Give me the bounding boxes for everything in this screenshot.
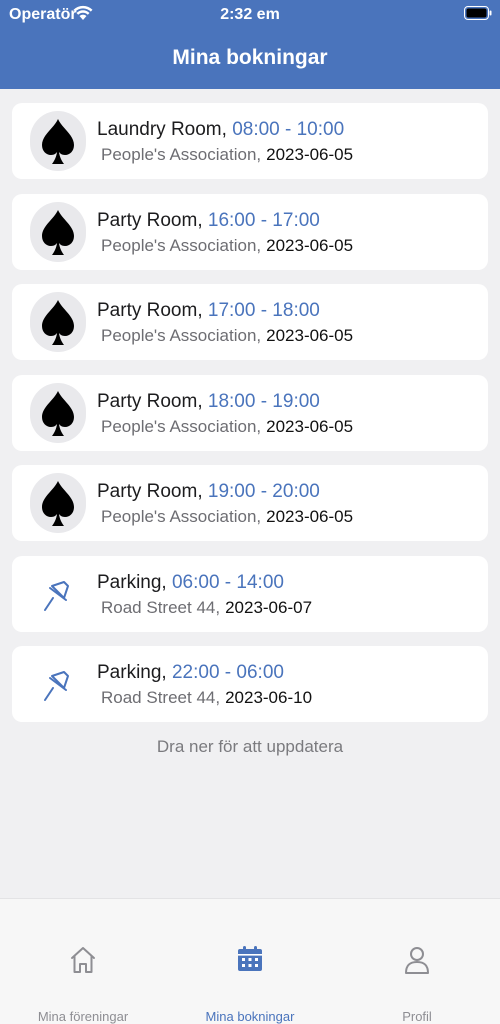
booking-time: 17:00 - 18:00 <box>207 300 320 321</box>
booking-title: Party Room, 19:00 - 20:00 <box>97 481 320 502</box>
booking-name: Laundry Room <box>97 119 222 140</box>
tab-profil[interactable]: Profil <box>334 899 500 1024</box>
booking-card[interactable]: Party Room, 16:00 - 17:00 People's Associ… <box>12 193 488 270</box>
booking-card[interactable]: Party Room, 17:00 - 18:00 People's Associ… <box>12 284 488 360</box>
tab-mina-bokningar[interactable]: Mina bokningar <box>167 899 333 1024</box>
booking-location: Road Street 44, <box>101 597 221 617</box>
booking-details: People's Association, 2023-06-05 <box>101 417 353 437</box>
booking-location: People's Association, <box>101 507 262 526</box>
booking-card[interactable]: Laundry Room, 08:00 - 10:00 People's Asso… <box>12 103 488 179</box>
pin-icon <box>30 564 86 624</box>
booking-date: 2023-06-05 <box>266 326 354 345</box>
booking-date: 2023-06-07 <box>225 597 313 617</box>
booking-name: Parking <box>97 662 162 683</box>
booking-title: Party Room, 16:00 - 17:00 <box>97 209 320 231</box>
booking-details: People's Association, 2023-06-05 <box>101 507 353 527</box>
booking-name: Party Room <box>97 390 198 412</box>
spade-icon <box>30 292 86 352</box>
tab-label: Mina föreningar <box>37 1009 129 1024</box>
pin-icon <box>30 654 86 714</box>
booking-name: Party Room <box>97 209 198 231</box>
booking-location: People's Association, <box>101 235 262 255</box>
booking-list: Laundry Room, 08:00 - 10:00 People's Asso… <box>12 103 488 737</box>
booking-location: People's Association, <box>101 326 262 345</box>
spade-icon <box>30 382 86 443</box>
booking-details: People's Association, 2023-06-05 <box>101 145 353 165</box>
tab-bar: Mina föreningar Mina bokningar Profil <box>0 898 500 1024</box>
booking-title: Laundry Room, 08:00 - 10:00 <box>97 119 345 140</box>
booking-details: People's Association, 2023-06-05 <box>101 326 353 346</box>
booking-time: 06:00 - 14:00 <box>171 571 284 593</box>
spade-icon <box>30 111 86 171</box>
status-bar: Operatör 2:32 em <box>0 0 500 30</box>
battery-icon <box>464 6 492 20</box>
booking-location: People's Association, <box>101 416 262 436</box>
booking-time: 22:00 - 06:00 <box>171 662 284 683</box>
page-title: Mina bokningar <box>172 46 328 69</box>
clock-label: 2:32 em <box>220 6 280 23</box>
booking-name: Party Room <box>97 481 198 502</box>
booking-time: 19:00 - 20:00 <box>207 481 320 502</box>
booking-name: Party Room <box>97 300 198 321</box>
spade-icon <box>30 473 86 533</box>
nav-header: Operatör 2:32 em Mina bokningar <box>0 0 500 89</box>
booking-name: Parking <box>97 571 162 593</box>
person-icon <box>405 947 429 974</box>
booking-details: People's Association, 2023-06-05 <box>101 236 353 256</box>
booking-time: 16:00 - 17:00 <box>207 209 320 231</box>
booking-location: Road Street 44, <box>101 688 221 707</box>
booking-card[interactable]: Party Room, 19:00 - 20:00 People's Associ… <box>12 465 488 541</box>
booking-time: 18:00 - 19:00 <box>207 390 320 412</box>
booking-time: 08:00 - 10:00 <box>232 119 345 140</box>
booking-location: People's Association, <box>101 145 262 164</box>
booking-date: 2023-06-05 <box>266 235 354 255</box>
booking-card[interactable]: Parking, 06:00 - 14:00 Road Street 44, 202… <box>12 555 488 632</box>
calendar-icon <box>238 946 262 971</box>
booking-date: 2023-06-05 <box>266 507 354 526</box>
booking-card[interactable]: Parking, 22:00 - 06:00 Road Street 44, 202… <box>12 646 488 722</box>
booking-title: Party Room, 18:00 - 19:00 <box>97 390 320 412</box>
booking-card[interactable]: Party Room, 18:00 - 19:00 People's Associ… <box>12 374 488 451</box>
house-icon <box>71 947 95 973</box>
booking-date: 2023-06-05 <box>266 145 354 164</box>
booking-title: Parking, 06:00 - 14:00 <box>97 571 284 593</box>
pull-to-refresh-hint: Dra ner för att uppdatera <box>156 737 344 756</box>
booking-title: Party Room, 17:00 - 18:00 <box>97 300 320 321</box>
tab-mina-foreningar[interactable]: Mina föreningar <box>0 899 166 1024</box>
spade-icon <box>30 201 86 262</box>
booking-details: Road Street 44, 2023-06-07 <box>101 598 312 618</box>
booking-date: 2023-06-05 <box>266 416 354 436</box>
booking-details: Road Street 44, 2023-06-10 <box>101 688 312 708</box>
tab-label: Profil <box>402 1009 432 1024</box>
booking-date: 2023-06-10 <box>225 688 313 707</box>
tab-label: Mina bokningar <box>205 1009 295 1024</box>
booking-title: Parking, 22:00 - 06:00 <box>97 662 284 683</box>
